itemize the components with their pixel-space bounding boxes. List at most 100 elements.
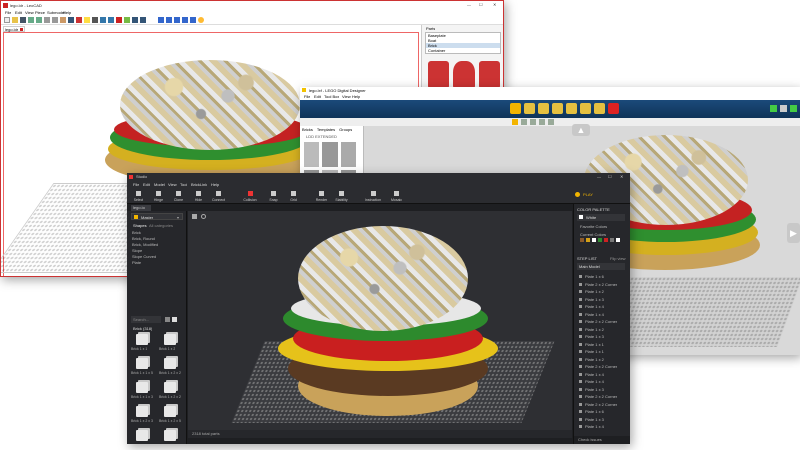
ldd-brick-thumb[interactable]: [322, 142, 338, 167]
ldd-sub-icon[interactable]: [530, 119, 536, 125]
brick-thumb[interactable]: [159, 429, 183, 444]
parts-category-item[interactable]: Container: [426, 48, 500, 53]
studio-menu-bricklink[interactable]: BrickLink: [191, 182, 207, 187]
studio-menu-edit[interactable]: Edit: [143, 182, 150, 187]
select-icon[interactable]: [68, 17, 74, 23]
step-list-item[interactable]: Plate 1 x 4: [577, 312, 627, 320]
ldd-menu-toolbox[interactable]: Tool Box: [324, 94, 339, 99]
step-list-item[interactable]: Plate 1 x 4: [577, 379, 627, 387]
copy-icon[interactable]: [52, 17, 58, 23]
studio-grid-icon[interactable]: [201, 214, 206, 219]
ldd-menu-edit[interactable]: Edit: [314, 94, 321, 99]
insert-step-icon[interactable]: [190, 17, 196, 23]
brick-thumb[interactable]: Brick 1 x 2 x 3: [131, 405, 155, 425]
ldd-clone-tool-icon[interactable]: [524, 103, 535, 114]
close-tab-icon[interactable]: [20, 28, 23, 31]
step-list-item[interactable]: Plate 1 x 6: [577, 409, 627, 417]
tool-instruction-button[interactable]: Instruction: [362, 189, 384, 203]
studio-view-toggle-icon[interactable]: [165, 317, 170, 322]
ldd-camera-icon[interactable]: [770, 105, 777, 112]
tool-grid-button[interactable]: Grid: [286, 189, 301, 203]
ldd-hide-tool-icon[interactable]: [594, 103, 605, 114]
step-list-item[interactable]: Plate 1 x 6: [577, 274, 627, 282]
ldd-brick-thumb[interactable]: [304, 142, 320, 167]
step-list-item[interactable]: Plate 1 x 3: [577, 417, 627, 425]
brick-thumb[interactable]: Brick 1 x 1: [131, 333, 155, 353]
studio-current-colors[interactable]: Current Colors: [580, 232, 606, 237]
shape-list-item[interactable]: Plate: [130, 260, 182, 266]
pan-icon[interactable]: [140, 17, 146, 23]
menu-file[interactable]: File: [5, 10, 11, 15]
step-list-item[interactable]: Plate 1 x 4: [577, 424, 627, 432]
color-swatch[interactable]: [580, 238, 584, 242]
studio-search-input[interactable]: Search...: [131, 316, 161, 323]
studio-shapes-value[interactable]: All categories: [149, 223, 173, 228]
step-list-item[interactable]: Plate 2 x 2 Corner: [577, 364, 627, 372]
studio-menu-model[interactable]: Model: [154, 182, 165, 187]
ldd-delete-tool-icon[interactable]: [608, 103, 619, 114]
step-list-item[interactable]: Plate 1 x 2: [577, 289, 627, 297]
next-step-icon[interactable]: [174, 17, 180, 23]
ldd-camera-right-icon[interactable]: ▶: [787, 223, 800, 243]
step-list-item[interactable]: Plate 1 x 3: [577, 334, 627, 342]
ldd-sub-icon[interactable]: [512, 119, 518, 125]
rotate-icon[interactable]: [108, 17, 114, 23]
step-list-item[interactable]: Plate 2 x 2 Corner: [577, 394, 627, 402]
step-list-item[interactable]: Plate 1 x 4: [577, 372, 627, 380]
step-list-item[interactable]: Plate 2 x 2 Corner: [577, 402, 627, 410]
paint-icon[interactable]: [124, 17, 130, 23]
studio-palette-dropdown[interactable]: Master ▾: [131, 213, 183, 220]
studio-camera-icon[interactable]: [192, 214, 197, 219]
brick-thumb[interactable]: [131, 429, 155, 444]
step-list-item[interactable]: Plate 2 x 2 Corner: [577, 319, 627, 327]
ldd-tab-groups[interactable]: Groups: [339, 127, 352, 132]
menu-help[interactable]: Help: [63, 10, 71, 15]
ldd-tab-bricks[interactable]: Bricks: [302, 127, 313, 132]
close-icon[interactable]: ✕: [493, 2, 496, 7]
ldd-arrow-icon[interactable]: [790, 105, 797, 112]
tool-mosaic-button[interactable]: Mosaic: [389, 189, 404, 203]
studio-minimize-icon[interactable]: —: [597, 174, 601, 179]
tool-select-button[interactable]: Select: [131, 189, 146, 203]
color-swatch[interactable]: [604, 238, 608, 242]
step-list-item[interactable]: Plate 1 x 2: [577, 327, 627, 335]
ldd-menu-help[interactable]: Help: [352, 94, 360, 99]
studio-check-issues[interactable]: Check issues: [574, 436, 630, 444]
ldd-flex-tool-icon[interactable]: [566, 103, 577, 114]
zoom-icon[interactable]: [132, 17, 138, 23]
move-icon[interactable]: [100, 17, 106, 23]
menu-view[interactable]: View: [25, 10, 34, 15]
ldd-sub-icon[interactable]: [521, 119, 527, 125]
ldd-brick-thumb[interactable]: [340, 142, 356, 167]
studio-play-label[interactable]: PLAY: [583, 192, 593, 197]
color-swatch[interactable]: [610, 238, 614, 242]
studio-view-toggle-icon[interactable]: [172, 317, 177, 322]
ldd-sub-icon[interactable]: [539, 119, 545, 125]
ldd-select-tool-icon[interactable]: [510, 103, 521, 114]
step-list-item[interactable]: Plate 2 x 2 Corner: [577, 282, 627, 290]
menu-edit[interactable]: Edit: [15, 10, 22, 15]
part-thumb[interactable]: [428, 61, 450, 89]
save-icon[interactable]: [20, 17, 26, 23]
last-step-icon[interactable]: [182, 17, 188, 23]
tool-render-button[interactable]: Render: [314, 189, 329, 203]
ldd-menu-view[interactable]: View: [342, 94, 351, 99]
first-step-icon[interactable]: [158, 17, 164, 23]
studio-maximize-icon[interactable]: ☐: [608, 174, 612, 179]
tool-collision-button[interactable]: Collision: [239, 189, 261, 203]
color-swatch[interactable]: [586, 238, 590, 242]
ldd-menu-file[interactable]: File: [304, 94, 310, 99]
step-list-item[interactable]: Plate 1 x 1: [577, 349, 627, 357]
tool-connect-button[interactable]: Connect: [211, 189, 226, 203]
part-thumb[interactable]: [453, 61, 475, 89]
tool-snap-button[interactable]: Snap: [266, 189, 281, 203]
prev-step-icon[interactable]: [166, 17, 172, 23]
studio-menu-tool[interactable]: Tool: [180, 182, 187, 187]
studio-favorite-colors[interactable]: Favorite Colors: [580, 224, 607, 229]
studio-viewport[interactable]: [188, 211, 572, 430]
menu-piece[interactable]: Piece: [35, 10, 45, 15]
tool-clone-button[interactable]: Clone: [171, 189, 186, 203]
camera-icon[interactable]: [92, 17, 98, 23]
paste-icon[interactable]: [60, 17, 66, 23]
brick-thumb[interactable]: Brick 1 x 2 x 2: [159, 357, 183, 377]
